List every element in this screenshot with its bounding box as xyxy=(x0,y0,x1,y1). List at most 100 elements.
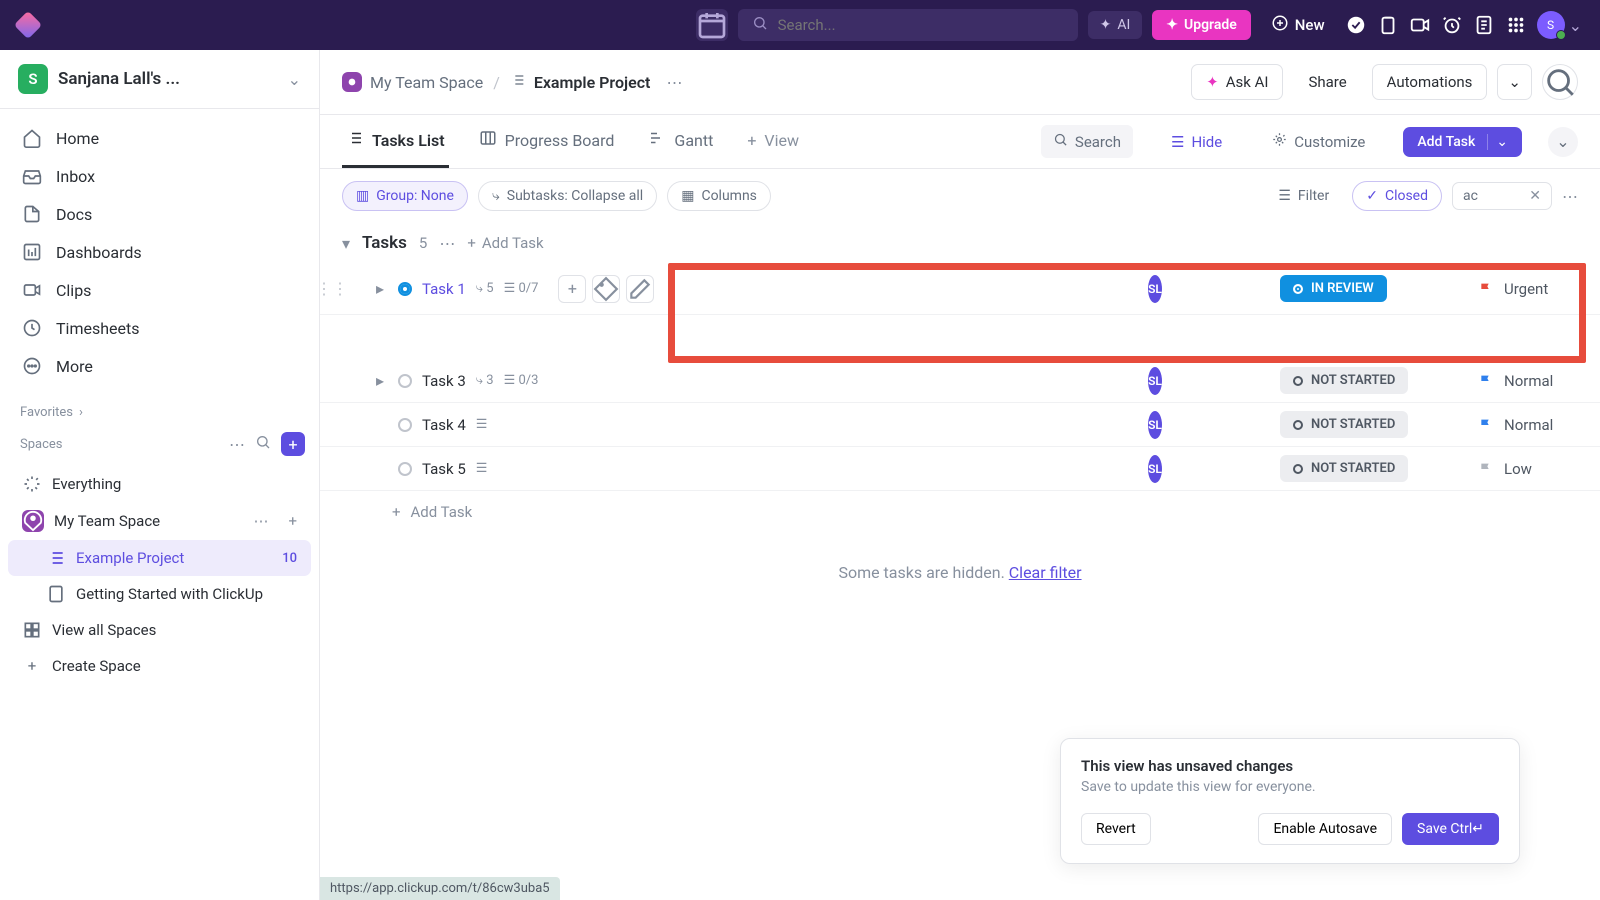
drag-handle-icon[interactable]: ⋮⋮ xyxy=(320,279,344,298)
priority-cell[interactable]: Low xyxy=(1478,460,1600,478)
revert-button[interactable]: Revert xyxy=(1081,813,1151,845)
status-dot[interactable] xyxy=(398,462,412,476)
automations-dropdown[interactable]: ⌄ xyxy=(1497,64,1532,100)
favorites-section[interactable]: Favorites› xyxy=(0,395,319,426)
tag-icon[interactable] xyxy=(592,275,620,303)
workspace-switcher[interactable]: S Sanjana Lall's ... ⌄ xyxy=(0,50,319,109)
check-circle-icon[interactable] xyxy=(1345,14,1367,36)
ai-button[interactable]: ✦AI xyxy=(1088,11,1143,39)
status-pill[interactable]: IN REVIEW xyxy=(1280,275,1387,302)
tab-progress-board[interactable]: Progress Board xyxy=(475,115,619,168)
hide-button[interactable]: ☰Hide xyxy=(1159,126,1234,158)
task-name[interactable]: Task 5 xyxy=(422,460,466,478)
sidebar-view-all-spaces[interactable]: View all Spaces xyxy=(8,612,311,648)
notepad-icon[interactable] xyxy=(1473,14,1495,36)
nav-more[interactable]: More xyxy=(8,347,311,385)
add-icon[interactable]: + xyxy=(288,512,297,530)
expand-icon[interactable]: ▸ xyxy=(376,371,388,390)
user-menu[interactable]: S ⌄ xyxy=(1537,11,1582,39)
upgrade-button[interactable]: ✦Upgrade xyxy=(1152,10,1251,40)
nav-home[interactable]: Home xyxy=(8,119,311,157)
edit-icon[interactable] xyxy=(626,275,654,303)
toolbar-more-icon[interactable]: ⋯ xyxy=(1562,187,1578,206)
autosave-button[interactable]: Enable Autosave xyxy=(1258,813,1392,845)
customize-button[interactable]: Customize xyxy=(1260,125,1377,158)
breadcrumb-space[interactable]: My Team Space xyxy=(342,72,483,92)
group-chip[interactable]: ▥Group: None xyxy=(342,181,468,211)
assignee-avatar[interactable]: SL xyxy=(1148,411,1162,439)
breadcrumb-more-icon[interactable]: ⋯ xyxy=(666,73,682,92)
filter-button[interactable]: ☰Filter xyxy=(1265,182,1342,210)
tab-gantt[interactable]: Gantt xyxy=(644,115,717,168)
view-search-button[interactable]: Search xyxy=(1041,125,1133,158)
task-name[interactable]: Task 4 xyxy=(422,416,466,434)
nav-inbox[interactable]: Inbox xyxy=(8,157,311,195)
app-logo[interactable] xyxy=(14,11,42,39)
search-input[interactable] xyxy=(778,16,1064,34)
priority-cell[interactable]: Normal xyxy=(1478,416,1600,434)
calendar-button[interactable] xyxy=(696,9,728,41)
sidebar-create-space[interactable]: +Create Space xyxy=(8,648,311,684)
add-view-button[interactable]: +View xyxy=(743,117,803,167)
task-row[interactable]: ⋮⋮ ▸ Task 3 ⤷ 3 ☰ 0/3 SL NOT STARTED Nor… xyxy=(320,359,1600,403)
breadcrumb-project[interactable]: Example Project xyxy=(510,72,651,92)
task-name[interactable]: Task 1 xyxy=(422,280,466,298)
space-icon xyxy=(342,72,362,92)
sidebar-example-project[interactable]: Example Project10 xyxy=(8,540,311,576)
subtasks-chip[interactable]: ⤷Subtasks: Collapse all xyxy=(478,181,657,211)
apps-grid-icon[interactable] xyxy=(1505,14,1527,36)
status-pill[interactable]: NOT STARTED xyxy=(1280,411,1408,438)
group-more-icon[interactable]: ⋯ xyxy=(439,234,455,253)
share-button[interactable]: Share xyxy=(1293,64,1361,100)
sidebar-everything[interactable]: Everything xyxy=(8,466,311,502)
global-search[interactable] xyxy=(738,9,1078,41)
tab-tasks-list[interactable]: Tasks List xyxy=(342,115,449,168)
assignee-avatar[interactable]: SL xyxy=(1148,367,1162,395)
assignee-avatar[interactable]: SL xyxy=(1148,455,1162,483)
space-more-icon[interactable]: ⋯ xyxy=(253,512,268,530)
closed-chip[interactable]: ✓Closed xyxy=(1352,181,1442,211)
add-icon[interactable]: + xyxy=(558,275,586,303)
clear-filter-link[interactable]: Clear filter xyxy=(1009,563,1082,582)
add-task-row[interactable]: +Add Task xyxy=(320,491,1600,533)
expand-icon[interactable]: ▸ xyxy=(376,279,388,298)
automations-button[interactable]: Automations xyxy=(1372,64,1488,100)
status-dot[interactable] xyxy=(398,418,412,432)
new-button[interactable]: New xyxy=(1261,8,1335,42)
alarm-icon[interactable] xyxy=(1441,14,1463,36)
nav-timesheets[interactable]: Timesheets xyxy=(8,309,311,347)
clear-icon[interactable]: ✕ xyxy=(1529,188,1541,204)
chevron-down-icon[interactable]: ⌄ xyxy=(1487,134,1508,150)
add-space-button[interactable]: + xyxy=(281,432,305,456)
filter-search[interactable]: ac✕ xyxy=(1452,182,1552,210)
task-row[interactable]: ⋮⋮ Task 4 ☰ SL NOT STARTED Normal 12/18/… xyxy=(320,403,1600,447)
assignee-avatar[interactable]: SL xyxy=(1148,275,1162,303)
status-pill[interactable]: NOT STARTED xyxy=(1280,367,1408,394)
collapse-icon[interactable]: ▾ xyxy=(342,234,350,253)
view-more-button[interactable]: ⌄ xyxy=(1548,127,1578,157)
status-pill[interactable]: NOT STARTED xyxy=(1280,455,1408,482)
group-add-task[interactable]: +Add Task xyxy=(467,234,543,252)
columns-chip[interactable]: ▦Columns xyxy=(667,181,771,211)
task-row[interactable]: ⋮⋮ Task 5 ☰ SL NOT STARTED Low 1/1/24 1/… xyxy=(320,447,1600,491)
sidebar-getting-started[interactable]: Getting Started with ClickUp xyxy=(8,576,311,612)
nav-docs[interactable]: Docs xyxy=(8,195,311,233)
task-name[interactable]: Task 3 xyxy=(422,372,466,390)
search-spaces-icon[interactable] xyxy=(255,434,271,454)
nav-dashboards[interactable]: Dashboards xyxy=(8,233,311,271)
flag-icon xyxy=(1478,417,1494,433)
more-dots-icon[interactable]: ⋯ xyxy=(229,435,245,454)
save-button[interactable]: Save Ctrl↵ xyxy=(1402,813,1499,845)
ask-ai-button[interactable]: ✦Ask AI xyxy=(1191,64,1283,100)
sidebar-my-team-space[interactable]: My Team Space⋯+ xyxy=(8,502,311,540)
status-dot[interactable] xyxy=(398,282,412,296)
header-search-button[interactable] xyxy=(1542,64,1578,100)
clipboard-icon[interactable] xyxy=(1377,14,1399,36)
task-row[interactable]: ⋮⋮ ▸ Task 1 ⤷ 5 ☰ 0/7 + SL IN REVIEW Urg… xyxy=(320,263,1600,315)
status-dot[interactable] xyxy=(398,374,412,388)
priority-cell[interactable]: Normal xyxy=(1478,372,1600,390)
nav-clips[interactable]: Clips xyxy=(8,271,311,309)
video-icon[interactable] xyxy=(1409,14,1431,36)
add-task-button[interactable]: Add Task⌄ xyxy=(1403,127,1522,157)
priority-cell[interactable]: Urgent xyxy=(1478,280,1600,298)
